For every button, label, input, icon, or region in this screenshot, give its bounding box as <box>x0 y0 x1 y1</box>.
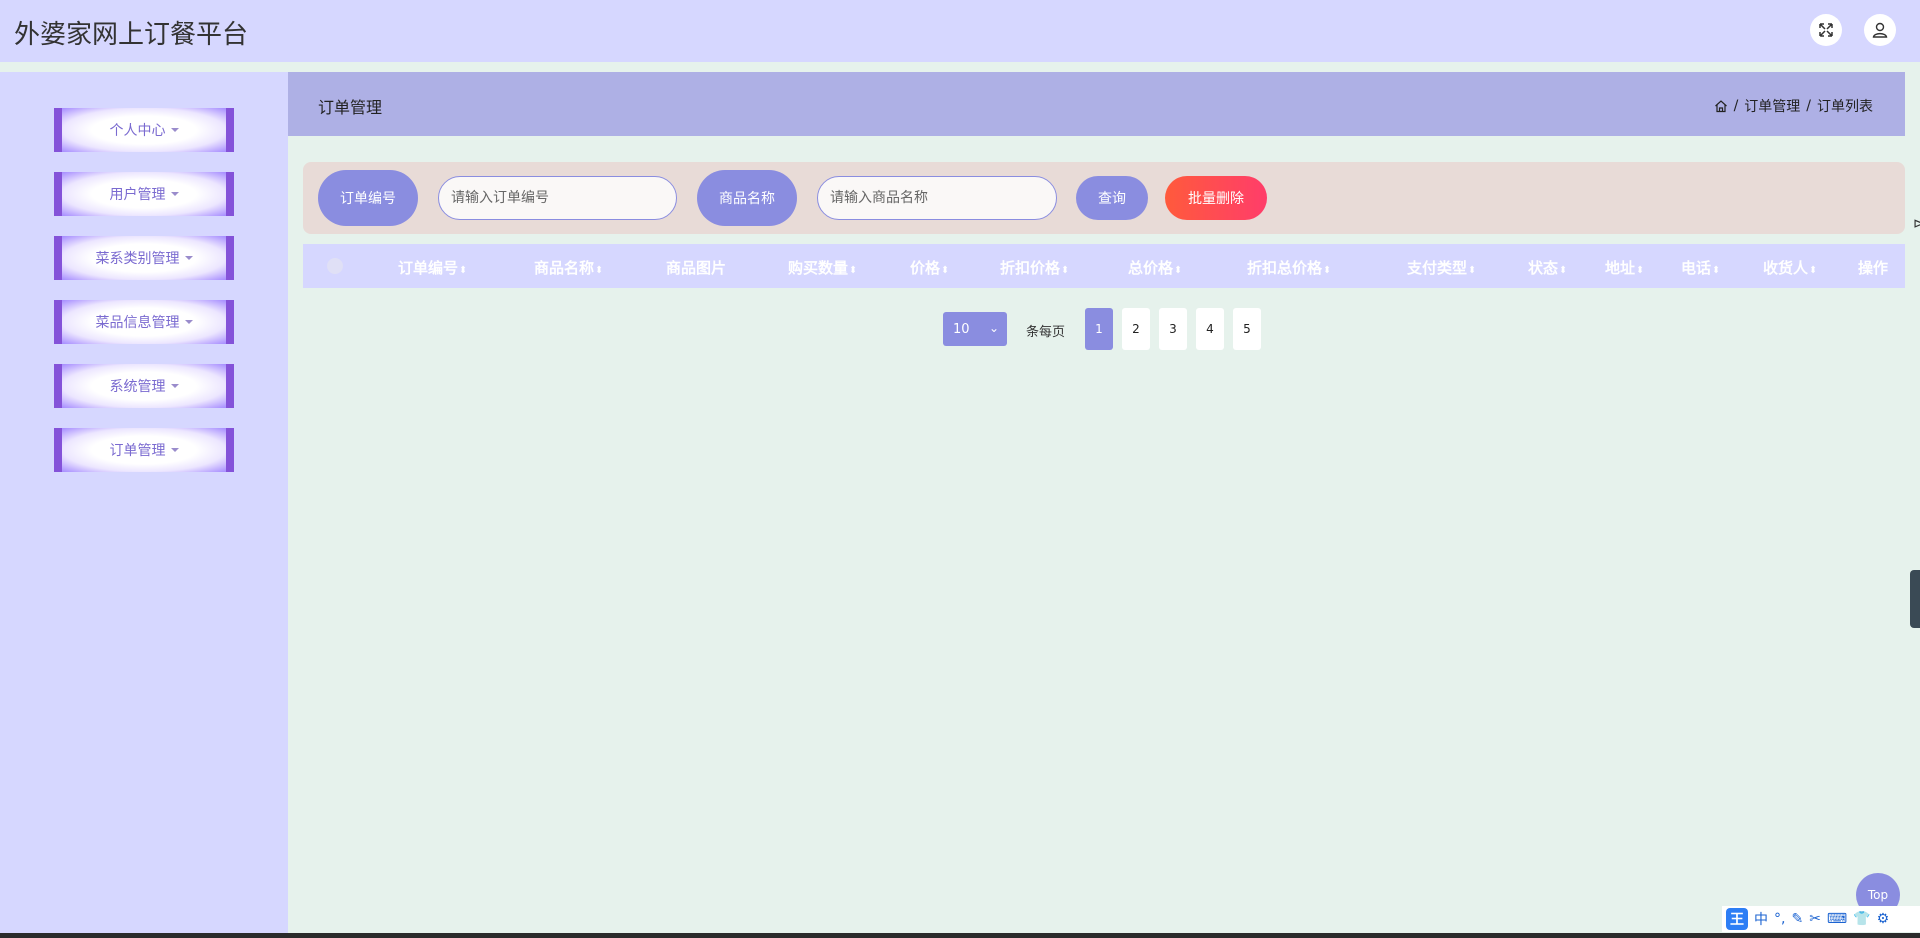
sort-icon[interactable]: ⬍ <box>941 265 949 276</box>
sort-icon[interactable]: ⬍ <box>595 265 603 276</box>
column-product-image: 商品图片 <box>666 259 727 277</box>
caret-down-icon <box>170 448 179 452</box>
breadcrumb-item-orders[interactable]: 订单管理 <box>1744 96 1800 116</box>
sidebar: 个人中心 用户管理 菜系类别管理 菜品信息管理 系统管理 订单管理 <box>0 72 288 938</box>
app-title: 外婆家网上订餐平台 <box>14 20 249 50</box>
top-header: 外婆家网上订餐平台 <box>0 0 1920 62</box>
caret-down-icon <box>184 256 193 260</box>
page-button-5[interactable]: 5 <box>1233 308 1261 350</box>
order-no-label: 订单编号 <box>318 170 418 226</box>
caret-down-icon <box>170 192 179 196</box>
sidebar-item-label: 用户管理 <box>109 187 166 203</box>
user-icon <box>1872 22 1888 38</box>
sort-icon[interactable]: ⬍ <box>849 265 857 276</box>
order-no-input[interactable] <box>438 176 677 220</box>
sidebar-item-system[interactable]: 系统管理 <box>54 364 234 408</box>
sidebar-item-label: 菜品信息管理 <box>95 315 180 331</box>
sidebar-item-cuisine-category[interactable]: 菜系类别管理 <box>54 236 234 280</box>
sort-icon[interactable]: ⬍ <box>1468 265 1476 276</box>
expand-icon <box>1819 23 1833 37</box>
column-phone[interactable]: 电话⬍ <box>1681 257 1720 278</box>
column-discount-price[interactable]: 折扣价格⬍ <box>1000 257 1069 278</box>
ime-logo-icon[interactable]: 王 <box>1726 908 1748 930</box>
page-button-4[interactable]: 4 <box>1196 308 1224 350</box>
skin-icon[interactable]: 👕 <box>1853 911 1870 927</box>
column-total-price[interactable]: 总价格⬍ <box>1128 257 1182 278</box>
sidebar-item-orders[interactable]: 订单管理 <box>54 428 234 472</box>
column-order-no[interactable]: 订单编号⬍ <box>398 257 467 278</box>
punctuation-icon[interactable]: °, <box>1774 911 1785 927</box>
sidebar-item-personal-center[interactable]: 个人中心 <box>54 108 234 152</box>
column-price[interactable]: 价格⬍ <box>910 257 949 278</box>
sort-icon[interactable]: ⬍ <box>1712 265 1720 276</box>
column-product-name[interactable]: 商品名称⬍ <box>534 257 603 278</box>
sort-icon[interactable]: ⬍ <box>1323 265 1331 276</box>
ime-mode-toggle[interactable]: 中 <box>1754 909 1768 929</box>
caret-down-icon <box>184 320 193 324</box>
page-size-select[interactable]: 10 ⌄ <box>943 312 1007 346</box>
product-name-input[interactable] <box>817 176 1057 220</box>
page-button-2[interactable]: 2 <box>1122 308 1150 350</box>
sort-icon[interactable]: ⬍ <box>1636 265 1644 276</box>
sort-icon[interactable]: ⬍ <box>1809 265 1817 276</box>
sidebar-item-label: 菜系类别管理 <box>95 251 180 267</box>
page-title-bar: 订单管理 / 订单管理 / 订单列表 <box>288 72 1905 136</box>
page-button-3[interactable]: 3 <box>1159 308 1187 350</box>
bottom-edge <box>0 933 1920 938</box>
sidebar-item-user-management[interactable]: 用户管理 <box>54 172 234 216</box>
breadcrumb-item-order-list: 订单列表 <box>1817 99 1873 115</box>
page-title: 订单管理 <box>318 98 383 117</box>
sort-icon[interactable]: ⬍ <box>1174 265 1182 276</box>
caret-down-icon <box>170 384 179 388</box>
breadcrumb: / 订单管理 / 订单列表 <box>1714 96 1873 116</box>
chevron-down-icon: ⌄ <box>988 321 999 335</box>
column-discount-total-price[interactable]: 折扣总价格⬍ <box>1247 257 1331 278</box>
column-payment-type[interactable]: 支付类型⬍ <box>1407 257 1476 278</box>
home-icon[interactable] <box>1714 99 1728 113</box>
caret-down-icon <box>170 128 179 132</box>
search-panel: 订单编号 商品名称 查询 批量删除 <box>303 162 1905 234</box>
page-button-1[interactable]: 1 <box>1085 308 1113 350</box>
column-address[interactable]: 地址⬍ <box>1605 257 1644 278</box>
batch-delete-button[interactable]: 批量删除 <box>1165 176 1267 220</box>
mouse-cursor-icon: ⊳ <box>1913 216 1920 232</box>
column-quantity[interactable]: 购买数量⬍ <box>788 257 857 278</box>
settings-icon[interactable]: ⚙ <box>1877 911 1890 927</box>
fullscreen-button[interactable] <box>1810 14 1842 46</box>
table-header: 订单编号⬍ 商品名称⬍ 商品图片 购买数量⬍ 价格⬍ 折扣价格⬍ 总价格⬍ 折扣… <box>303 244 1905 288</box>
breadcrumb-separator: / <box>1733 98 1739 114</box>
keyboard-icon[interactable]: ⌨ <box>1827 911 1847 927</box>
sort-icon[interactable]: ⬍ <box>1061 265 1069 276</box>
query-button[interactable]: 查询 <box>1076 176 1148 220</box>
breadcrumb-separator: / <box>1806 98 1811 114</box>
sidebar-item-dish-info[interactable]: 菜品信息管理 <box>54 300 234 344</box>
user-button[interactable] <box>1864 14 1896 46</box>
sort-icon[interactable]: ⬍ <box>459 265 467 276</box>
column-actions: 操作 <box>1858 259 1889 277</box>
sidebar-item-label: 个人中心 <box>109 123 166 139</box>
header-divider <box>0 62 1920 72</box>
per-page-label: 条每页 <box>1026 325 1066 340</box>
page-size-value: 10 <box>953 321 970 337</box>
column-status[interactable]: 状态⬍ <box>1528 257 1567 278</box>
select-all-checkbox[interactable] <box>327 258 343 274</box>
sidebar-item-label: 系统管理 <box>109 379 166 395</box>
sidebar-item-label: 订单管理 <box>109 443 166 459</box>
ime-toolbar: 王 中 °, ✎ ✂ ⌨ 👕 ⚙ <box>1722 906 1920 932</box>
product-name-label: 商品名称 <box>697 170 797 226</box>
sort-icon[interactable]: ⬍ <box>1559 265 1567 276</box>
column-receiver[interactable]: 收货人⬍ <box>1763 257 1817 278</box>
side-drawer-handle[interactable] <box>1910 570 1920 628</box>
scissors-icon[interactable]: ✂ <box>1809 911 1821 927</box>
pen-icon[interactable]: ✎ <box>1791 911 1803 927</box>
